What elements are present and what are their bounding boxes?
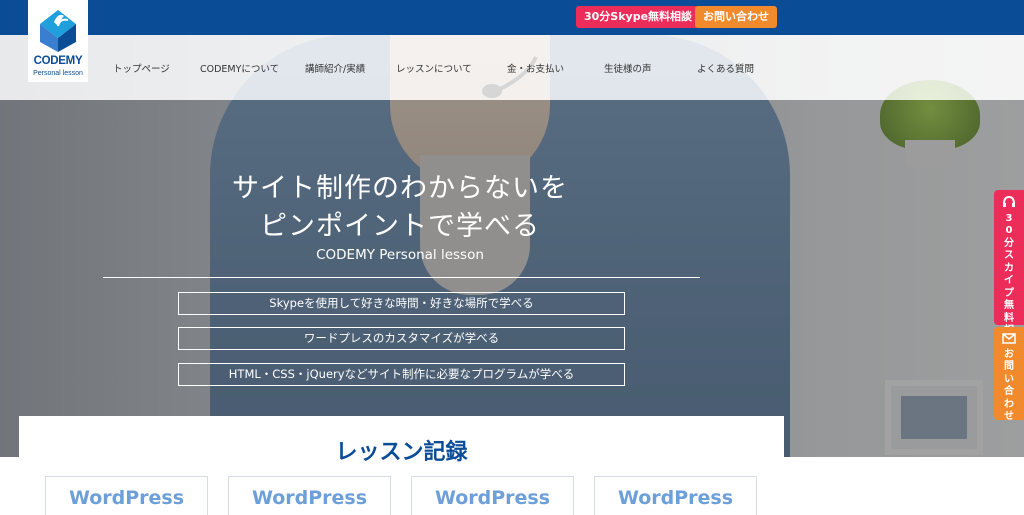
side-skype-char: カ [1004,262,1014,274]
side-contact-label: お問い合わせ [994,349,1024,424]
section-title: レッスン記録 [335,440,468,465]
side-skype-char: プ [1004,287,1014,299]
hero-divider [103,277,700,278]
side-contact-char: せ [1004,411,1014,422]
side-skype-char: 3 [1005,212,1013,224]
hero-title-line2: ピンポイントで学べる [260,211,540,242]
side-skype-tab[interactable]: 30分スカイプ無料相談 [994,190,1024,349]
side-contact-char: い [1004,373,1014,385]
skype-consultation-button[interactable]: 30分Skype無料相談 [576,6,701,28]
contact-button[interactable]: お問い合わせ [695,6,777,28]
hero-subtitle: CODEMY Personal lesson [316,247,484,263]
side-contact-char: 合 [1004,386,1014,397]
hero-title-line1: サイト制作のわからないを [232,173,568,204]
side-skype-char: 分 [1004,237,1014,249]
lesson-card-label: WordPress [251,487,368,509]
lesson-card[interactable]: WordPress [411,476,574,515]
side-contact-char: わ [1004,398,1014,410]
logo-name: CODEMY [33,55,83,67]
logo-mark-icon [40,10,76,52]
headset-icon [1003,195,1015,207]
side-contact-char: 問 [1004,361,1014,372]
nav-item-voices[interactable]: 生徒様の声 [604,61,652,75]
nav-bar: トップページ CODEMYについて 講師紹介/実績 レッスンについて 金・お支払… [0,35,1024,100]
lesson-card-label: WordPress [434,487,551,509]
side-skype-char: ス [1004,250,1014,261]
side-skype-char: 料 [1004,312,1014,324]
logo[interactable]: CODEMY Personal lesson [28,0,88,82]
lesson-records-section: レッスン記録 WordPress WordPress WordPress Wor… [19,416,784,515]
lesson-card-label: WordPress [617,487,734,509]
feature-item: Skypeを使用して好きな時間・好きな場所で学べる [178,292,625,315]
side-skype-char: イ [1004,275,1014,286]
nav-item-payment[interactable]: 金・お支払い [507,61,564,75]
nav-item-lessons[interactable]: レッスンについて [396,61,472,75]
lesson-card[interactable]: WordPress [45,476,208,515]
top-bar: 30分Skype無料相談 お問い合わせ [0,0,1024,35]
side-contact-tab[interactable]: お問い合わせ [994,327,1024,422]
feature-item: HTML・CSS・jQueryなどサイト制作に必要なプログラムが学べる [178,363,625,386]
nav-item-about[interactable]: CODEMYについて [200,61,279,75]
feature-item: ワードプレスのカスタマイズが学べる [178,327,625,350]
lesson-card[interactable]: WordPress [594,476,757,515]
side-skype-char: 無 [1004,300,1014,311]
lesson-card-label: WordPress [68,487,185,509]
nav-item-top[interactable]: トップページ [113,61,170,75]
logo-subtitle: Personal lesson [33,70,83,77]
hero-overlay [0,100,1024,457]
nav-item-faq[interactable]: よくある質問 [697,61,754,75]
nav-item-instructors[interactable]: 講師紹介/実績 [305,61,365,75]
mail-icon [1002,333,1016,344]
lesson-card[interactable]: WordPress [228,476,391,515]
side-skype-char: 0 [1005,225,1013,236]
side-contact-char: お [1004,348,1014,360]
